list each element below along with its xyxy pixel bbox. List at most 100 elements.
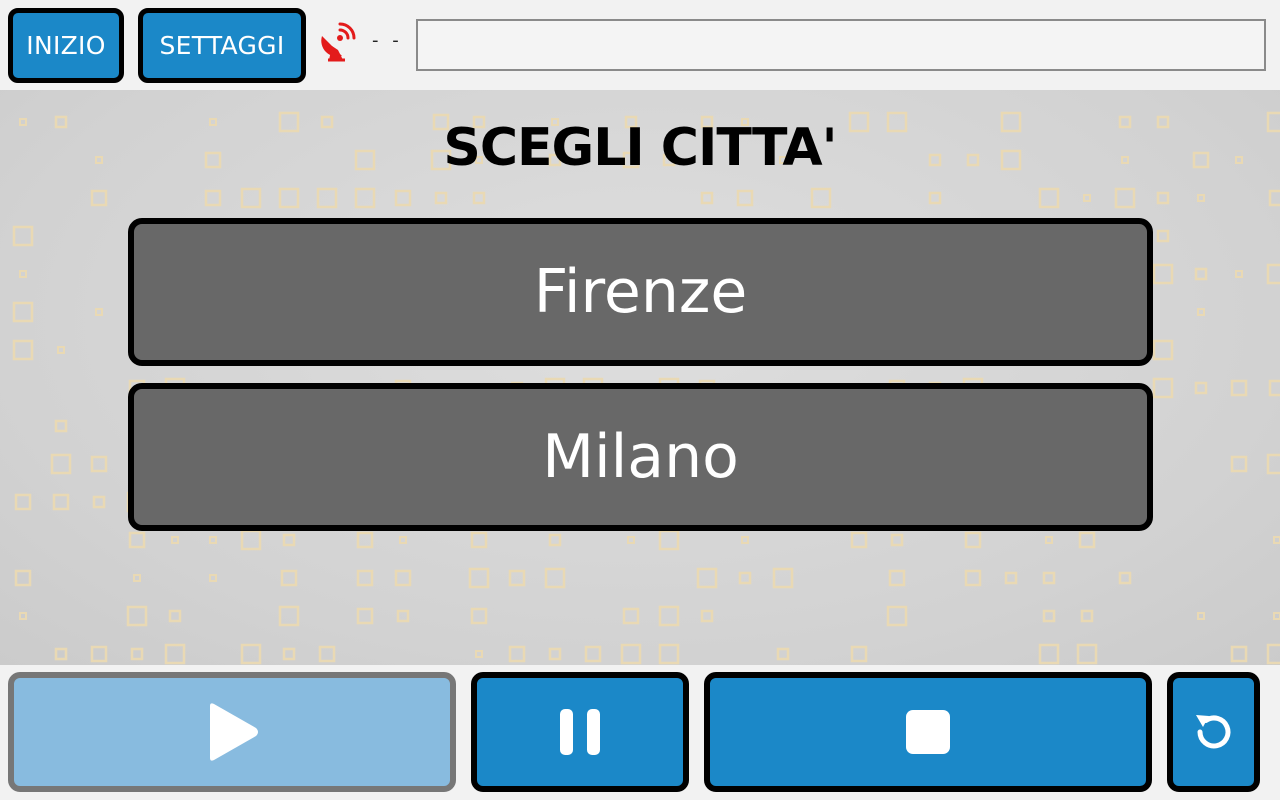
pattern-square	[12, 339, 34, 361]
pattern-square	[1114, 187, 1136, 209]
pattern-square	[1152, 339, 1174, 361]
city-selection-panel: SCEGLI CITTA' Firenze Milano	[0, 90, 1280, 665]
pattern-square	[318, 645, 336, 663]
pattern-square	[1273, 536, 1280, 544]
reload-icon	[1195, 715, 1230, 749]
pattern-square	[548, 647, 562, 661]
pattern-square	[1152, 263, 1174, 285]
pattern-square	[890, 533, 904, 547]
pattern-square	[1197, 194, 1205, 202]
pattern-square	[12, 225, 34, 247]
pattern-square	[282, 647, 296, 661]
pattern-square	[1266, 263, 1280, 285]
pattern-square	[204, 189, 222, 207]
pattern-square	[1078, 531, 1096, 549]
pattern-square	[19, 270, 27, 278]
pattern-square	[95, 308, 103, 316]
pattern-square	[544, 567, 566, 589]
pattern-square	[736, 189, 754, 207]
pattern-square	[1042, 571, 1056, 585]
pattern-square	[928, 191, 942, 205]
pattern-square	[1266, 453, 1280, 475]
pattern-square	[280, 569, 298, 587]
pattern-square	[627, 536, 635, 544]
pattern-square	[738, 571, 752, 585]
pattern-square	[1235, 270, 1243, 278]
pattern-square	[54, 419, 68, 433]
settings-button[interactable]: SETTAGGI	[138, 8, 306, 83]
play-button[interactable]	[8, 672, 456, 792]
home-button[interactable]: INIZIO	[8, 8, 124, 83]
pattern-square	[776, 647, 790, 661]
pattern-square	[54, 647, 68, 661]
pattern-square	[696, 567, 718, 589]
pattern-square	[52, 493, 70, 511]
top-bar: INIZIO SETTAGGI - -	[0, 0, 1280, 90]
pattern-square	[1194, 381, 1208, 395]
pause-button[interactable]	[471, 672, 689, 792]
pattern-square	[1038, 643, 1060, 665]
pattern-square	[356, 607, 374, 625]
city-button-firenze[interactable]: Firenze	[128, 218, 1153, 366]
pattern-square	[584, 645, 602, 663]
pattern-square	[1268, 379, 1280, 397]
reload-button[interactable]	[1167, 672, 1260, 792]
pattern-square	[475, 650, 483, 658]
play-icon	[210, 703, 258, 761]
pattern-square	[470, 607, 488, 625]
playback-controls	[0, 665, 1280, 800]
pattern-square	[240, 529, 262, 551]
pattern-square	[850, 645, 868, 663]
pattern-square	[468, 567, 490, 589]
display-field[interactable]	[416, 19, 1266, 71]
pattern-square	[470, 531, 488, 549]
pattern-square	[1230, 455, 1248, 473]
pattern-square	[700, 609, 714, 623]
pattern-square	[209, 574, 217, 582]
pattern-square	[57, 346, 65, 354]
pattern-square	[434, 191, 448, 205]
pattern-square	[1083, 194, 1091, 202]
pattern-square	[1197, 308, 1205, 316]
pattern-square	[356, 569, 374, 587]
pattern-square	[168, 609, 182, 623]
stop-button[interactable]	[704, 672, 1152, 792]
pattern-square	[1156, 191, 1170, 205]
pattern-square	[240, 643, 262, 665]
pattern-square	[278, 187, 300, 209]
pattern-square	[1194, 267, 1208, 281]
pattern-square	[164, 643, 186, 665]
pattern-square	[1273, 612, 1280, 620]
pattern-square	[658, 605, 680, 627]
pattern-square	[126, 605, 148, 627]
pattern-square	[133, 574, 141, 582]
pattern-square	[1038, 187, 1060, 209]
pattern-square	[508, 569, 526, 587]
pattern-square	[19, 612, 27, 620]
pattern-square	[396, 609, 410, 623]
pattern-square	[1197, 612, 1205, 620]
pattern-square	[128, 531, 146, 549]
pattern-square	[90, 455, 108, 473]
pattern-square	[282, 533, 296, 547]
pattern-square	[50, 453, 72, 475]
stop-icon	[906, 710, 950, 754]
pattern-square	[399, 536, 407, 544]
pattern-square	[810, 187, 832, 209]
city-button-milano[interactable]: Milano	[128, 383, 1153, 531]
pattern-square	[14, 569, 32, 587]
pattern-square	[1076, 643, 1098, 665]
pattern-square	[472, 191, 486, 205]
pattern-square	[1156, 229, 1170, 243]
pattern-square	[1042, 609, 1056, 623]
pattern-square	[92, 495, 106, 509]
pause-icon	[560, 709, 600, 755]
pattern-square	[548, 533, 562, 547]
pattern-square	[850, 531, 868, 549]
pattern-square	[1004, 571, 1018, 585]
pattern-square	[886, 605, 908, 627]
pattern-square	[1266, 643, 1280, 665]
pattern-square	[508, 645, 526, 663]
pattern-square	[964, 569, 982, 587]
pattern-square	[658, 529, 680, 551]
